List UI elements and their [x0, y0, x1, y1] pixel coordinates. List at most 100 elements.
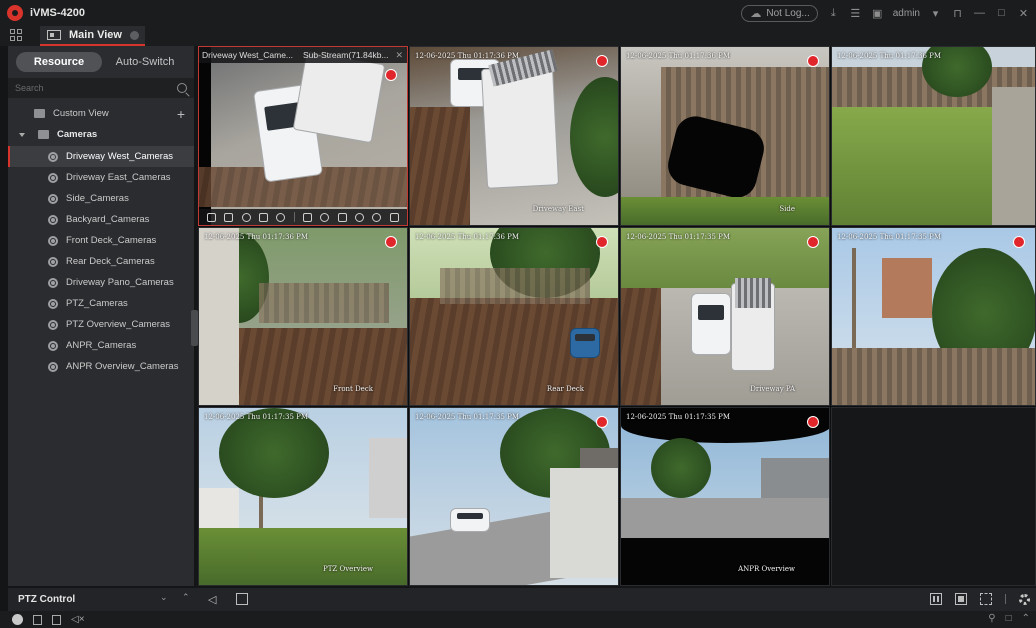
- camera-item[interactable]: Driveway West_Cameras: [8, 146, 194, 167]
- camera-icon: [48, 235, 58, 246]
- tile-toolbar: [199, 209, 407, 225]
- delete-icon[interactable]: [33, 614, 42, 625]
- refresh-icon[interactable]: [372, 212, 382, 222]
- audio-icon[interactable]: [259, 212, 269, 222]
- record-icon[interactable]: [224, 212, 234, 222]
- minimize-icon[interactable]: —: [973, 7, 986, 19]
- empty-video-tile[interactable]: [831, 407, 1036, 586]
- search-box: [8, 78, 194, 98]
- lock-icon[interactable]: ⊓: [951, 7, 964, 20]
- camera-item[interactable]: PTZ_Cameras: [8, 293, 194, 314]
- expand-up-icon[interactable]: ⌃: [1022, 613, 1030, 624]
- video-tile[interactable]: 12-06-2025 Thu 01:17:35 PM Driveway PA: [620, 227, 830, 406]
- fence: [832, 348, 1035, 405]
- video-tile[interactable]: 12-06-2025 Thu 01:17:36 PM Rear Deck: [409, 227, 619, 406]
- more-options-icon[interactable]: [389, 212, 399, 222]
- camera-item[interactable]: ANPR Overview_Cameras: [8, 356, 194, 377]
- camera-icon: [48, 172, 58, 183]
- toolbar-separator: [1005, 594, 1006, 604]
- camera-overlay-name: ANPR Overview: [738, 565, 795, 573]
- video-tile[interactable]: 12-06-2025 Thu 01:17:35 PM PTZ Overview: [198, 407, 408, 586]
- camera-item[interactable]: PTZ Overview_Cameras: [8, 314, 194, 335]
- task-list-icon[interactable]: ☰: [849, 7, 862, 20]
- video-tile[interactable]: 12-06-2025 Thu 01:17:36 PM Side: [620, 46, 830, 226]
- microphone-icon[interactable]: [337, 212, 347, 222]
- picture-in-picture-icon[interactable]: [955, 593, 967, 605]
- restore-icon[interactable]: □: [1006, 613, 1012, 624]
- search-icon[interactable]: [177, 83, 187, 93]
- camera-feed: [621, 47, 829, 225]
- camera-item[interactable]: Driveway Pano_Cameras: [8, 272, 194, 293]
- timestamp: 12-06-2025 Thu 01:17:36 PM: [626, 52, 731, 60]
- deck: [410, 107, 470, 225]
- add-view-icon[interactable]: +: [177, 106, 185, 122]
- timestamp: 12-06-2025 Thu 01:17:35 PM: [626, 233, 731, 241]
- maximize-icon[interactable]: □: [995, 7, 1008, 19]
- volume-icon[interactable]: ◁: [208, 593, 220, 606]
- camera-item[interactable]: Backyard_Cameras: [8, 209, 194, 230]
- video-tile[interactable]: 12-06-2025 Thu 01:17:35 PM ANPR Overview: [620, 407, 830, 586]
- cameras-group[interactable]: Cameras: [8, 124, 194, 145]
- digital-zoom-icon[interactable]: [355, 212, 365, 222]
- picture-icon[interactable]: ▣: [871, 7, 884, 20]
- video-tile[interactable]: 12-06-2025 Thu 01:17:35 PM: [409, 407, 619, 586]
- expand-caret-icon[interactable]: [19, 132, 25, 137]
- grass: [621, 197, 829, 225]
- ptz-control-label[interactable]: PTZ Control: [18, 594, 75, 605]
- camera-item[interactable]: Side_Cameras: [8, 188, 194, 209]
- zoom-icon[interactable]: [276, 212, 286, 222]
- mute-icon[interactable]: ◁×: [71, 614, 85, 625]
- timestamp: 12-06-2025 Thu 01:17:36 PM: [415, 52, 520, 60]
- camera-feed: [621, 408, 829, 585]
- camera-item[interactable]: Driveway East_Cameras: [8, 167, 194, 188]
- image-icon[interactable]: [52, 614, 61, 625]
- tree: [570, 77, 618, 197]
- search-input[interactable]: [15, 83, 177, 93]
- pin-icon[interactable]: ⚲: [988, 613, 995, 624]
- camera-item[interactable]: Rear Deck_Cameras: [8, 251, 194, 272]
- folder-icon: [38, 130, 49, 139]
- module-menu-icon[interactable]: [10, 29, 22, 41]
- ptz-icon[interactable]: [241, 212, 251, 222]
- gear-icon[interactable]: [1019, 593, 1030, 605]
- resource-tab[interactable]: Resource: [16, 52, 102, 72]
- tile-camera-title: Driveway West_Came...: [202, 50, 294, 60]
- window-division-icon[interactable]: [930, 593, 942, 605]
- video-tile[interactable]: Driveway West_Came... Sub-Stream(71.84kb…: [198, 46, 408, 226]
- resource-panel: Resource Auto-Switch Custom View + Camer…: [8, 46, 194, 586]
- video-tile[interactable]: 12-06-2025 Thu 01:17:35 PM: [831, 227, 1036, 406]
- camera-item[interactable]: ANPR_Cameras: [8, 335, 194, 356]
- stop-all-recording-icon[interactable]: [236, 593, 248, 605]
- video-tile[interactable]: 12-06-2025 Thu 01:17:36 PM: [831, 46, 1036, 226]
- auto-switch-tab[interactable]: Auto-Switch: [102, 52, 188, 72]
- user-menu[interactable]: admin: [893, 8, 920, 19]
- tab-main-view[interactable]: Main View: [40, 26, 145, 46]
- capture-icon[interactable]: [207, 212, 217, 222]
- panel-switcher: Resource Auto-Switch: [16, 52, 188, 72]
- camera-feed: [410, 228, 618, 405]
- panel-collapse-handle[interactable]: [191, 310, 198, 346]
- house-wall: [199, 228, 239, 405]
- recording-icon: [1013, 236, 1025, 248]
- timestamp: 12-06-2025 Thu 01:17:35 PM: [837, 233, 942, 241]
- download-icon[interactable]: ⤓: [827, 7, 840, 20]
- video-tile[interactable]: 12-06-2025 Thu 01:17:36 PM Front Deck: [198, 227, 408, 406]
- alarm-icon[interactable]: [12, 614, 23, 625]
- cloud-login-button[interactable]: ☁ Not Log...: [741, 4, 818, 22]
- tab-close-icon[interactable]: [129, 30, 139, 40]
- video-tile[interactable]: 12-06-2025 Thu 01:17:36 PM Driveway East: [409, 46, 619, 226]
- close-icon[interactable]: ✕: [1017, 7, 1030, 20]
- ptz-collapse-icons[interactable]: ⌄ ⌃: [160, 592, 196, 603]
- custom-view-icon: [34, 109, 45, 118]
- camera-snapshot-icon[interactable]: [303, 212, 313, 222]
- tile-close-icon[interactable]: ✕: [395, 50, 403, 61]
- blue-chair: [570, 328, 600, 358]
- deck: [239, 328, 407, 405]
- house: [992, 87, 1035, 225]
- fullscreen-icon[interactable]: [980, 593, 992, 605]
- custom-view-item[interactable]: Custom View +: [8, 103, 194, 124]
- chevron-down-icon[interactable]: ▾: [929, 7, 942, 20]
- bottom-toolbar: PTZ Control ⌄ ⌃ ◁: [8, 588, 1036, 611]
- camera-item[interactable]: Front Deck_Cameras: [8, 230, 194, 251]
- instant-playback-icon[interactable]: [320, 212, 330, 222]
